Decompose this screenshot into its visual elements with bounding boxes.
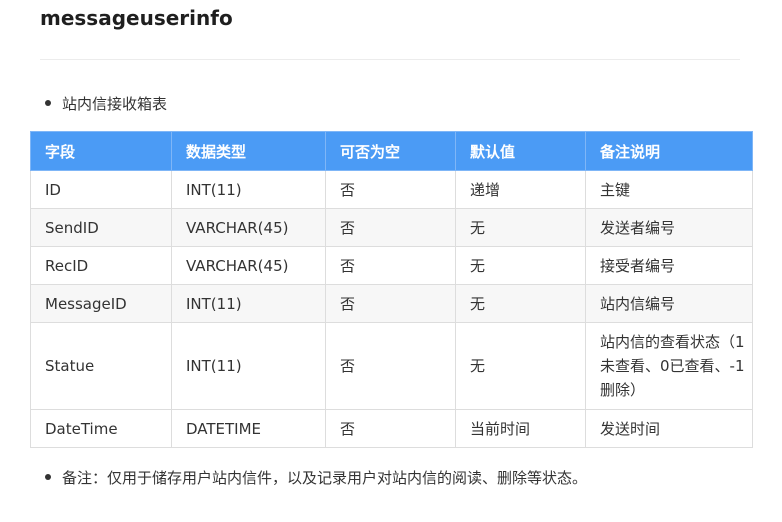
cell-data-type: INT(11) — [171, 284, 326, 323]
table-row: RecID VARCHAR(45) 否 无 接受者编号 — [30, 246, 753, 285]
table-row: Statue INT(11) 否 无 站内信的查看状态（1未查看、0已查看、-1… — [30, 322, 753, 410]
cell-nullable: 否 — [325, 246, 456, 285]
header-remark: 备注说明 — [585, 131, 753, 171]
cell-remark: 发送者编号 — [585, 208, 753, 247]
intro-list-item: 站内信接收箱表 — [45, 92, 167, 114]
cell-field: SendID — [30, 208, 172, 247]
table-row: ID INT(11) 否 递增 主键 — [30, 170, 753, 209]
header-field: 字段 — [30, 131, 172, 171]
title-divider — [40, 59, 740, 60]
intro-text: 站内信接收箱表 — [62, 94, 168, 113]
cell-data-type: INT(11) — [171, 322, 326, 410]
cell-remark: 站内信编号 — [585, 284, 753, 323]
cell-data-type: INT(11) — [171, 170, 326, 209]
bullet-icon — [45, 474, 51, 480]
bullet-icon — [45, 100, 51, 106]
header-default: 默认值 — [455, 131, 586, 171]
cell-default: 当前时间 — [455, 409, 586, 448]
cell-data-type: DATETIME — [171, 409, 326, 448]
table-header-row: 字段 数据类型 可否为空 默认值 备注说明 — [30, 131, 753, 171]
cell-nullable: 否 — [325, 409, 456, 448]
cell-remark: 发送时间 — [585, 409, 753, 448]
cell-remark: 接受者编号 — [585, 246, 753, 285]
cell-data-type: VARCHAR(45) — [171, 246, 326, 285]
cell-nullable: 否 — [325, 284, 456, 323]
page-title: messageuserinfo — [40, 6, 233, 30]
cell-nullable: 否 — [325, 208, 456, 247]
cell-default: 递增 — [455, 170, 586, 209]
cell-remark: 站内信的查看状态（1未查看、0已查看、-1删除） — [585, 322, 753, 410]
cell-field: MessageID — [30, 284, 172, 323]
header-nullable: 可否为空 — [325, 131, 456, 171]
cell-default: 无 — [455, 284, 586, 323]
note-text: 备注：仅用于储存用户站内信件，以及记录用户对站内信的阅读、删除等状态。 — [62, 468, 588, 487]
cell-default: 无 — [455, 246, 586, 285]
cell-nullable: 否 — [325, 322, 456, 410]
cell-field: ID — [30, 170, 172, 209]
cell-remark: 主键 — [585, 170, 753, 209]
cell-default: 无 — [455, 322, 586, 410]
table-row: SendID VARCHAR(45) 否 无 发送者编号 — [30, 208, 753, 247]
cell-field: Statue — [30, 322, 172, 410]
schema-table: 字段 数据类型 可否为空 默认值 备注说明 ID INT(11) 否 递增 主键… — [30, 131, 753, 448]
table-row: MessageID INT(11) 否 无 站内信编号 — [30, 284, 753, 323]
cell-default: 无 — [455, 208, 586, 247]
table-row: DateTime DATETIME 否 当前时间 发送时间 — [30, 409, 753, 448]
cell-nullable: 否 — [325, 170, 456, 209]
cell-data-type: VARCHAR(45) — [171, 208, 326, 247]
cell-field: RecID — [30, 246, 172, 285]
cell-field: DateTime — [30, 409, 172, 448]
header-data-type: 数据类型 — [171, 131, 326, 171]
note-list-item: 备注：仅用于储存用户站内信件，以及记录用户对站内信的阅读、删除等状态。 — [45, 466, 587, 488]
